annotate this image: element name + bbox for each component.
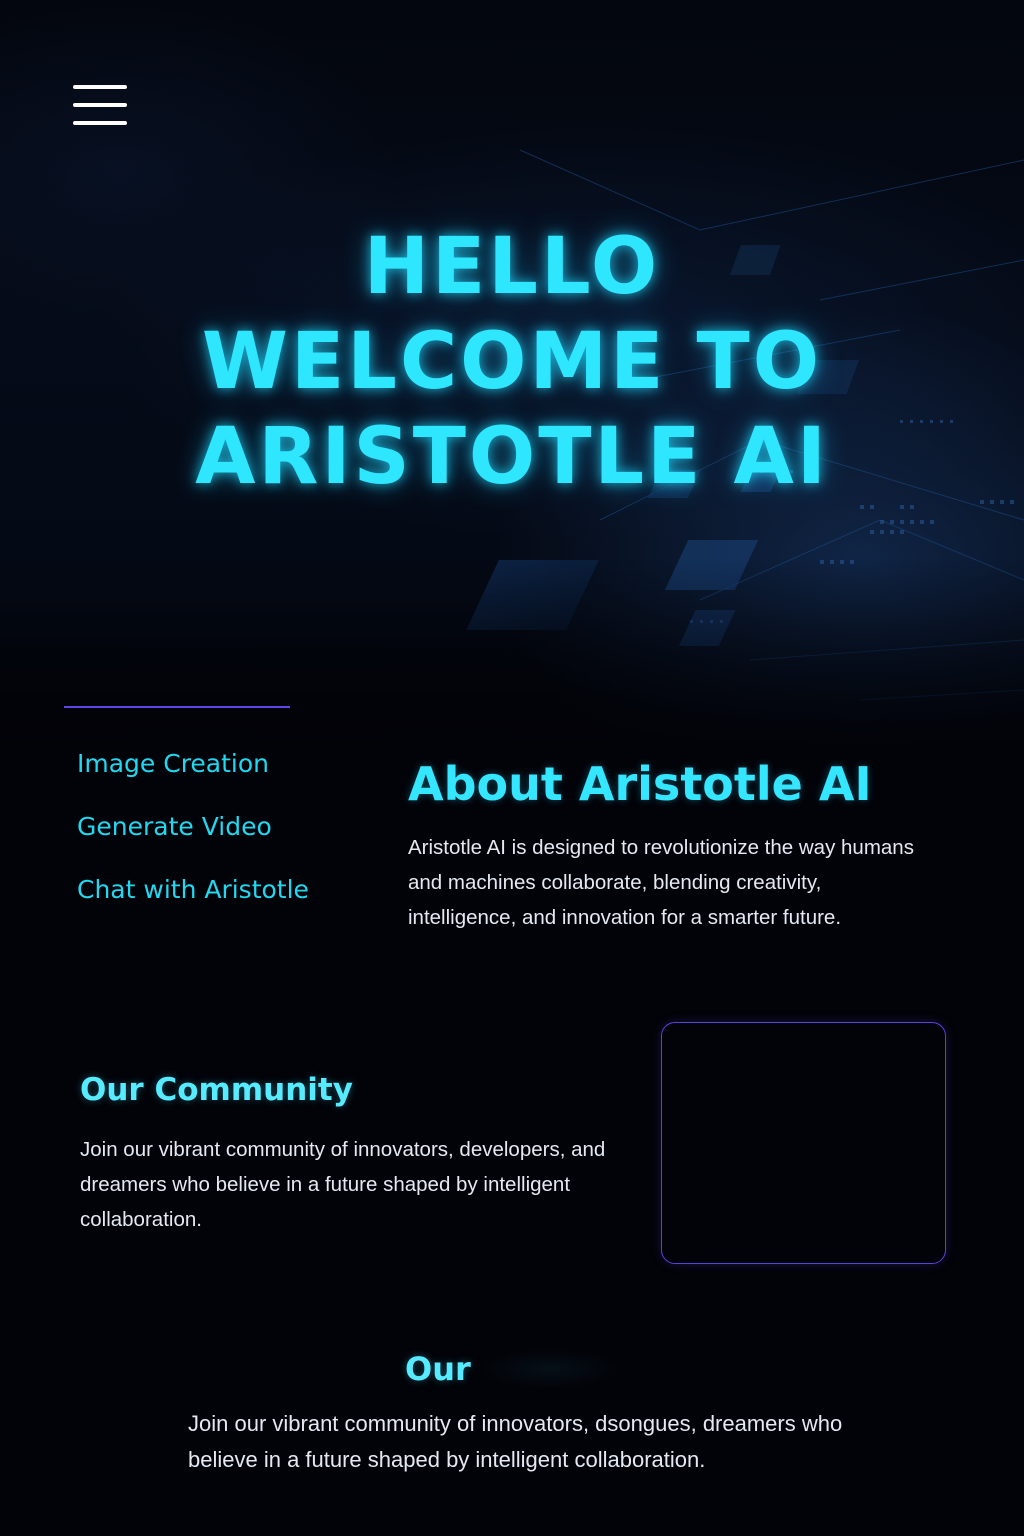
bottom-section-description: Join our vibrant community of innovators… — [188, 1411, 843, 1472]
hamburger-menu-icon[interactable] — [70, 82, 130, 128]
about-description: Aristotle AI is designed to revolutioniz… — [408, 836, 914, 929]
menu-bar — [73, 121, 127, 125]
bottom-section-title: Our — [405, 1350, 471, 1388]
about-title: About Aristotle AI — [408, 757, 872, 811]
community-media-frame — [661, 1022, 946, 1264]
nav-link-generate-video[interactable]: Generate Video — [77, 811, 309, 843]
feature-nav: Image Creation Generate Video Chat with … — [77, 748, 309, 937]
hero-title-line: HELLO — [363, 222, 661, 312]
hero-fade — [0, 560, 1024, 760]
hero-title-line: WELCOME TO — [201, 317, 823, 407]
section-divider — [64, 706, 290, 708]
nav-link-chat-with-aristotle[interactable]: Chat with Aristotle — [77, 874, 309, 906]
menu-bar — [73, 85, 127, 89]
menu-bar — [73, 103, 127, 107]
hero-title-line: ARISTOTLE AI — [195, 412, 829, 502]
hero-title: HELLO WELCOME TO ARISTOTLE AI — [62, 220, 962, 505]
community-title: Our Community — [80, 1072, 353, 1108]
nav-link-image-creation[interactable]: Image Creation — [77, 748, 309, 780]
community-description: Join our vibrant community of innovators… — [80, 1138, 606, 1231]
